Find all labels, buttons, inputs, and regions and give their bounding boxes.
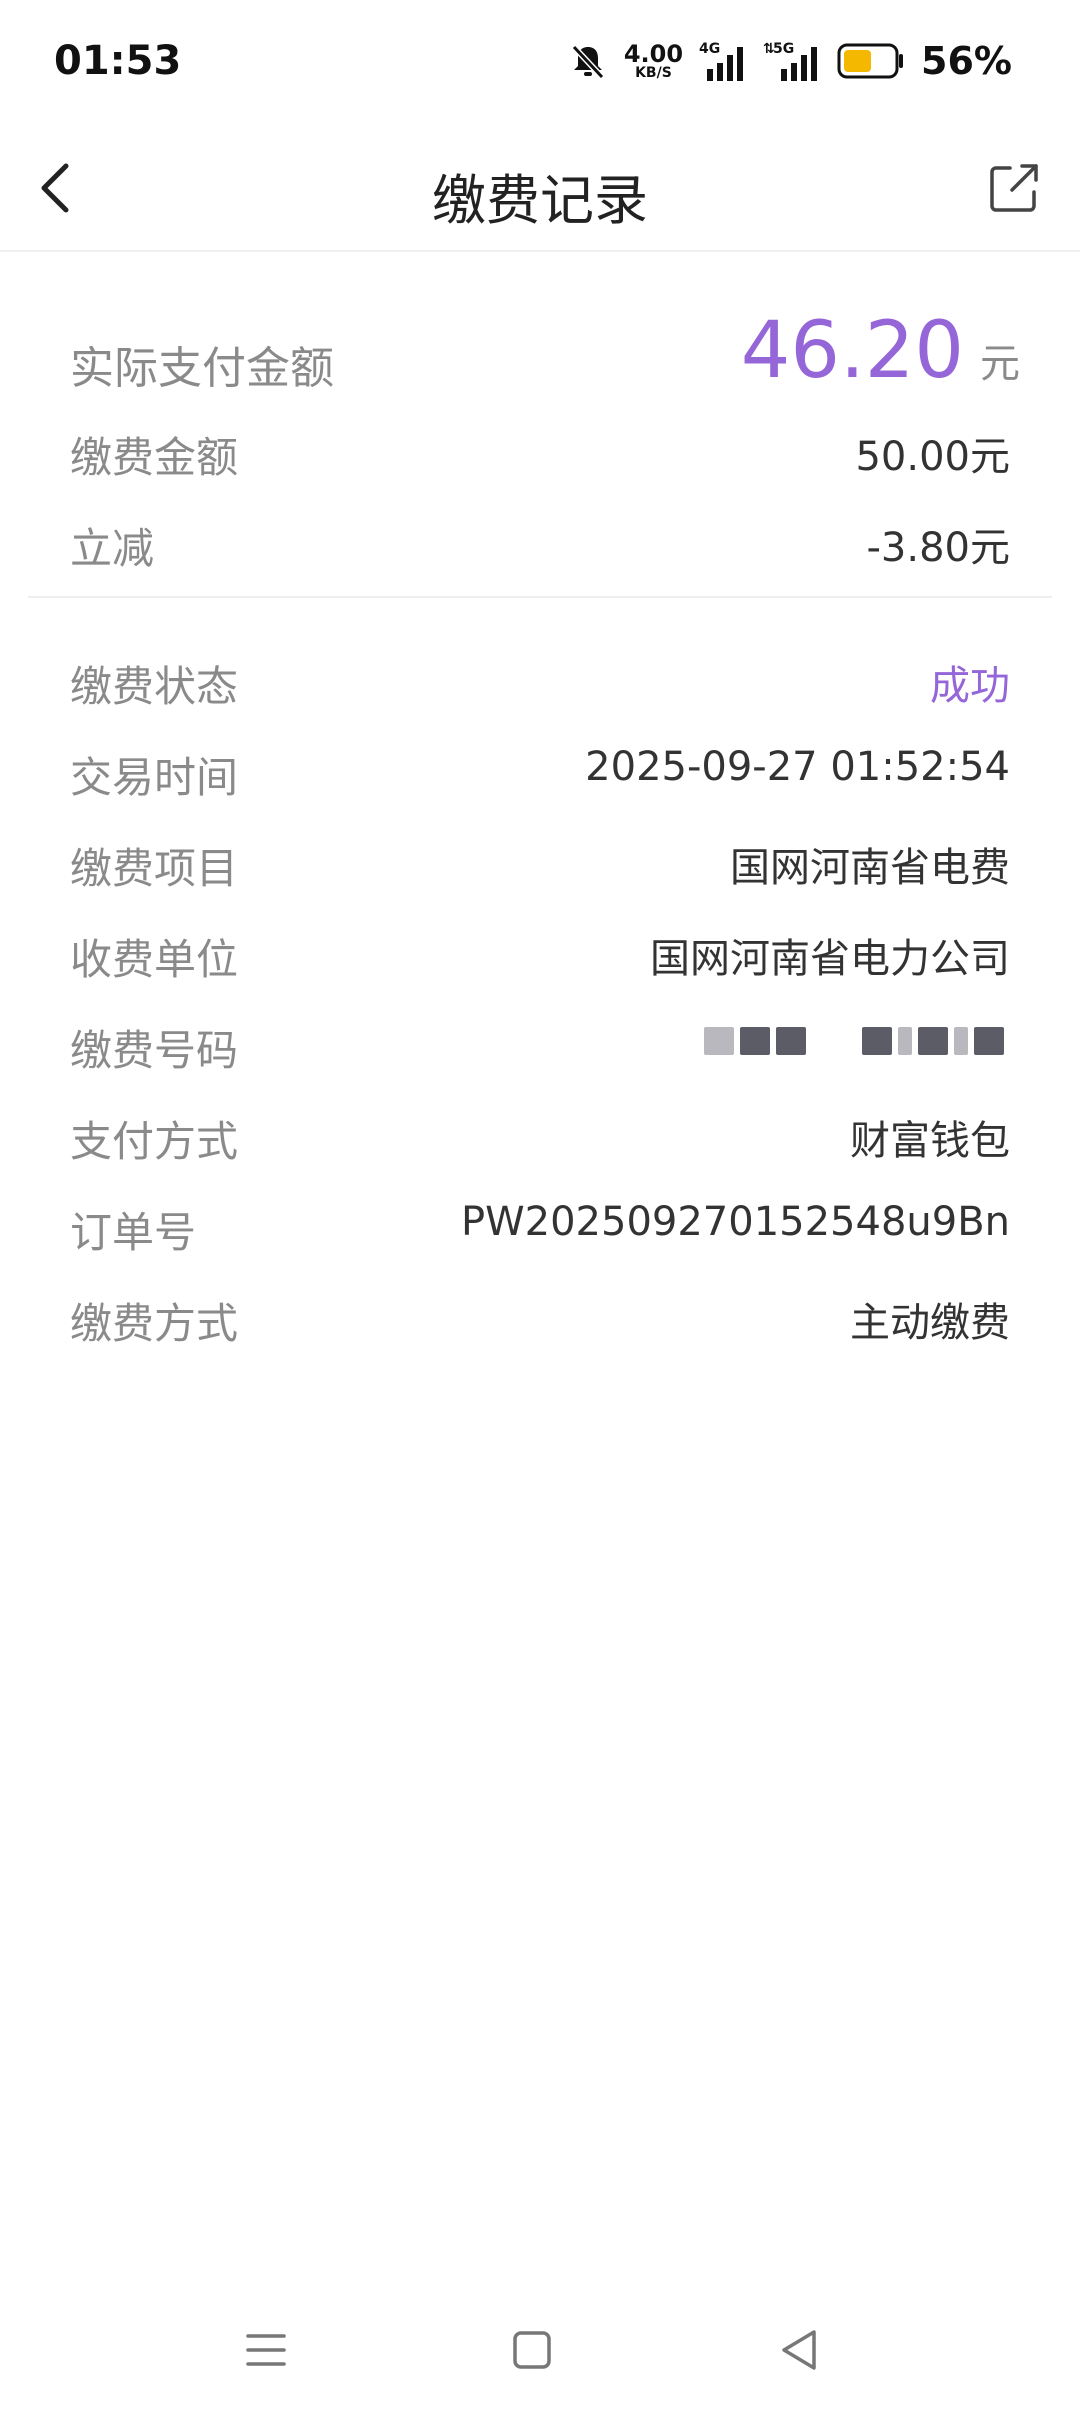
status-icons: 4.00 KB/S 4G ⇅ 5G 56% bbox=[568, 36, 1012, 86]
recents-button[interactable] bbox=[236, 2320, 296, 2380]
payment-method-row: 支付方式 财富钱包 bbox=[70, 1094, 1010, 1174]
battery-percent: 56% bbox=[921, 39, 1012, 83]
order-number-value: PW202509270152548u9Bn bbox=[460, 1199, 1010, 1245]
status-label: 缴费状态 bbox=[70, 662, 239, 711]
signal-5g-label: 5G bbox=[773, 41, 794, 57]
share-icon bbox=[990, 164, 1038, 212]
payee-unit-label: 收费单位 bbox=[70, 935, 239, 984]
mute-bell-icon bbox=[571, 44, 605, 80]
payment-amount-row: 缴费金额 50.00元 bbox=[70, 410, 1010, 490]
payment-number-label: 缴费号码 bbox=[70, 1026, 239, 1075]
section-divider bbox=[28, 596, 1052, 598]
payment-method-value: 财富钱包 bbox=[850, 1118, 1010, 1164]
transaction-time-row: 交易时间 2025-09-27 01:52:54 bbox=[70, 730, 1010, 810]
battery-icon bbox=[837, 43, 904, 79]
square-home-icon bbox=[513, 2331, 551, 2369]
actual-paid-value: 46.20 bbox=[740, 306, 964, 396]
share-button[interactable] bbox=[984, 158, 1044, 218]
network-speed-value: 4.00 bbox=[623, 40, 684, 68]
payment-item-value: 国网河南省电费 bbox=[730, 845, 1010, 891]
payment-type-label: 缴费方式 bbox=[70, 1299, 239, 1348]
status-value: 成功 bbox=[930, 663, 1010, 709]
triangle-back-icon bbox=[782, 2330, 816, 2370]
payee-unit-value: 国网河南省电力公司 bbox=[650, 936, 1010, 982]
actual-paid-amount: 46.20 元 bbox=[741, 306, 1020, 396]
status-bar: 01:53 4.00 KB/S 4G ⇅ 5G 56% bbox=[0, 0, 1080, 120]
payment-record-page: 01:53 4.00 KB/S 4G ⇅ 5G 56% 缴费记录 实际支付金额 … bbox=[0, 0, 1080, 2416]
payment-number-redacted bbox=[704, 1027, 1004, 1055]
signal-4g-icon: 4G bbox=[699, 41, 744, 81]
signal-4g-label: 4G bbox=[699, 41, 720, 57]
home-button[interactable] bbox=[502, 2320, 562, 2380]
order-number-row: 订单号 PW202509270152548u9Bn bbox=[70, 1185, 1010, 1265]
actual-paid-label: 实际支付金额 bbox=[70, 343, 334, 394]
payment-amount-label: 缴费金额 bbox=[70, 433, 239, 482]
payment-type-value: 主动缴费 bbox=[850, 1300, 1010, 1346]
payment-item-label: 缴费项目 bbox=[70, 844, 239, 893]
payment-number-row: 缴费号码 bbox=[70, 1003, 1010, 1083]
discount-label: 立减 bbox=[70, 524, 155, 573]
transaction-time-value: 2025-09-27 01:52:54 bbox=[585, 744, 1010, 790]
actual-paid-row: 实际支付金额 46.20 元 bbox=[70, 306, 1020, 416]
system-back-button[interactable] bbox=[770, 2320, 830, 2380]
payment-amount-value: 50.00元 bbox=[855, 434, 1010, 480]
order-number-label: 订单号 bbox=[70, 1208, 197, 1257]
discount-value: -3.80元 bbox=[866, 525, 1011, 571]
payment-method-label: 支付方式 bbox=[70, 1117, 239, 1166]
menu-lines-icon bbox=[246, 2334, 286, 2366]
top-app-bar: 缴费记录 bbox=[0, 126, 1080, 252]
page-title: 缴费记录 bbox=[432, 169, 648, 232]
transaction-time-label: 交易时间 bbox=[70, 753, 239, 802]
actual-paid-unit: 元 bbox=[980, 341, 1020, 387]
discount-row: 立减 -3.80元 bbox=[70, 501, 1010, 581]
signal-5g-icon: ⇅ 5G bbox=[763, 41, 818, 81]
status-row: 缴费状态 成功 bbox=[70, 639, 1010, 719]
status-time: 01:53 bbox=[54, 38, 182, 84]
payment-type-row: 缴费方式 主动缴费 bbox=[70, 1276, 1010, 1356]
system-navigation-bar bbox=[0, 2300, 1080, 2400]
payee-unit-row: 收费单位 国网河南省电力公司 bbox=[70, 912, 1010, 992]
network-speed-unit: KB/S bbox=[635, 65, 672, 81]
network-speed: 4.00 KB/S bbox=[624, 42, 683, 80]
payment-item-row: 缴费项目 国网河南省电费 bbox=[70, 821, 1010, 901]
